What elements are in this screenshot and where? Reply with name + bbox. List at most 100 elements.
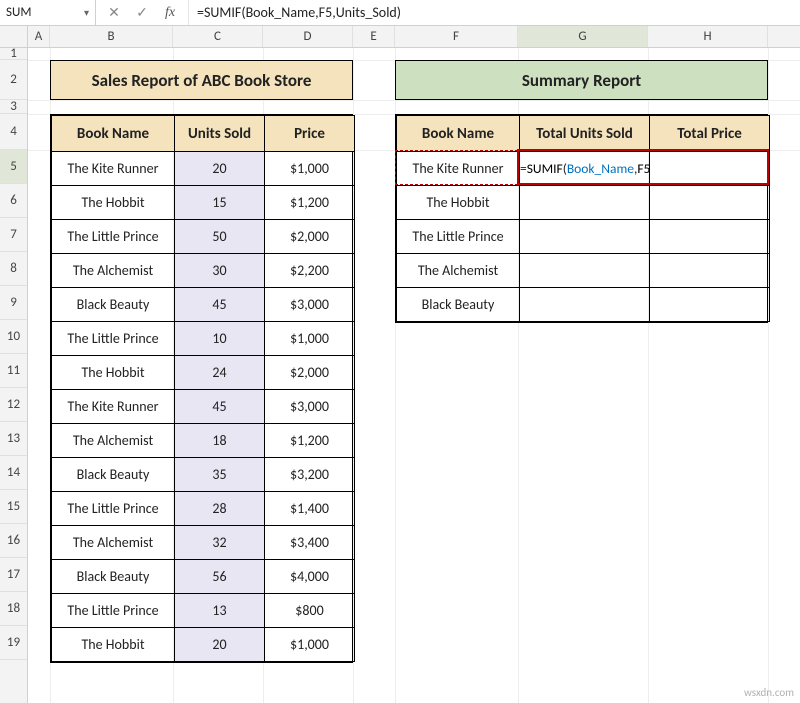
col-header-H[interactable]: H [648,26,768,47]
cell-price[interactable] [650,288,770,322]
col-header-A[interactable]: A [28,26,50,47]
cell-price[interactable]: $2,000 [265,356,355,390]
cell-price[interactable]: $3,000 [265,288,355,322]
name-box[interactable]: SUM ▾ [0,0,96,25]
cell-price[interactable]: $4,000 [265,560,355,594]
cell-name[interactable]: The Hobbit [52,186,175,220]
cell-name[interactable]: The Alchemist [52,526,175,560]
cell-name[interactable]: Black Beauty [397,288,520,322]
cell-units[interactable]: 56 [175,560,265,594]
left-th-price[interactable]: Price [265,116,355,152]
cancel-icon[interactable]: ✕ [106,4,122,21]
col-header-F[interactable]: F [395,26,518,47]
cell-name[interactable]: The Little Prince [397,220,520,254]
cell-price[interactable]: $1,000 [265,322,355,356]
cell-name[interactable]: Black Beauty [52,560,175,594]
cell-name[interactable]: The Kite Runner [52,152,175,186]
row-header-14[interactable]: 14 [0,456,27,490]
cell-units[interactable] [520,186,650,220]
cell-name[interactable]: The Little Prince [52,322,175,356]
cell-units[interactable]: 18 [175,424,265,458]
cell-units[interactable] [520,220,650,254]
cell-units[interactable]: 13 [175,594,265,628]
cell-name[interactable]: The Alchemist [52,424,175,458]
row-header-10[interactable]: 10 [0,320,27,354]
row-header-3[interactable]: 3 [0,100,27,114]
cell-name[interactable]: Black Beauty [52,458,175,492]
cell-name[interactable]: The Little Prince [52,594,175,628]
fx-icon[interactable]: fx [162,5,178,21]
col-header-C[interactable]: C [173,26,263,47]
row-header-9[interactable]: 9 [0,286,27,320]
left-th-units[interactable]: Units Sold [175,116,265,152]
cell-price[interactable]: $2,200 [265,254,355,288]
cell-price[interactable]: $1,200 [265,424,355,458]
cell-name[interactable]: The Hobbit [397,186,520,220]
cell-price[interactable] [650,186,770,220]
cell-name[interactable]: The Little Prince [52,492,175,526]
row-header-1[interactable]: 1 [0,48,27,60]
cell-h5[interactable] [650,152,770,186]
col-header-E[interactable]: E [353,26,395,47]
left-th-name[interactable]: Book Name [52,116,175,152]
cell-g5-active[interactable]: =SUMIF(Book_Name,F5,Units_Sold) [520,152,650,186]
cell-units[interactable]: 30 [175,254,265,288]
cell-price[interactable]: $800 [265,594,355,628]
row-header-4[interactable]: 4 [0,114,27,150]
cell-units[interactable] [520,254,650,288]
cell-units[interactable]: 50 [175,220,265,254]
right-th-units[interactable]: Total Units Sold [520,116,650,152]
col-header-G[interactable]: G [518,26,648,47]
row-header-8[interactable]: 8 [0,252,27,286]
cell-units[interactable] [520,288,650,322]
cell-name[interactable]: The Alchemist [397,254,520,288]
cell-price[interactable]: $2,000 [265,220,355,254]
cell-units[interactable]: 32 [175,526,265,560]
cell-name[interactable]: Black Beauty [52,288,175,322]
cell-price[interactable]: $1,400 [265,492,355,526]
cell-price[interactable]: $3,400 [265,526,355,560]
cell-name[interactable]: The Kite Runner [397,152,520,186]
col-header-D[interactable]: D [263,26,353,47]
cell-units[interactable]: 24 [175,356,265,390]
cell-price[interactable]: $3,200 [265,458,355,492]
row-header-17[interactable]: 17 [0,558,27,592]
cell-price[interactable]: $3,000 [265,390,355,424]
col-header-B[interactable]: B [50,26,173,47]
cell-units[interactable]: 45 [175,390,265,424]
cell-units[interactable]: 20 [175,152,265,186]
row-header-2[interactable]: 2 [0,60,27,100]
sheet[interactable]: Sales Report of ABC Book Store Book Name… [28,48,800,703]
cell-price[interactable]: $1,200 [265,186,355,220]
cell-units[interactable]: 15 [175,186,265,220]
confirm-icon[interactable]: ✓ [134,4,150,21]
cell-name[interactable]: The Alchemist [52,254,175,288]
row-header-7[interactable]: 7 [0,218,27,252]
row-header-13[interactable]: 13 [0,422,27,456]
cell-price[interactable] [650,254,770,288]
cell-units[interactable]: 10 [175,322,265,356]
cell-price[interactable]: $1,000 [265,152,355,186]
cell-units[interactable]: 45 [175,288,265,322]
row-header-18[interactable]: 18 [0,592,27,626]
formula-input[interactable]: =SUMIF(Book_Name,F5,Units_Sold) [189,0,800,25]
row-header-19[interactable]: 19 [0,626,27,660]
cell-price[interactable]: $1,000 [265,628,355,662]
row-header-15[interactable]: 15 [0,490,27,524]
cell-units[interactable]: 35 [175,458,265,492]
cell-name[interactable]: The Kite Runner [52,390,175,424]
row-header-6[interactable]: 6 [0,184,27,218]
row-header-16[interactable]: 16 [0,524,27,558]
right-th-name[interactable]: Book Name [397,116,520,152]
right-th-price[interactable]: Total Price [650,116,770,152]
name-box-dropdown-icon[interactable]: ▾ [84,6,89,19]
cell-name[interactable]: The Hobbit [52,628,175,662]
cell-name[interactable]: The Hobbit [52,356,175,390]
cell-price[interactable] [650,220,770,254]
row-header-11[interactable]: 11 [0,354,27,388]
cell-units[interactable]: 20 [175,628,265,662]
row-header-5[interactable]: 5 [0,150,27,184]
select-all-triangle[interactable] [0,26,28,47]
cell-units[interactable]: 28 [175,492,265,526]
row-header-12[interactable]: 12 [0,388,27,422]
